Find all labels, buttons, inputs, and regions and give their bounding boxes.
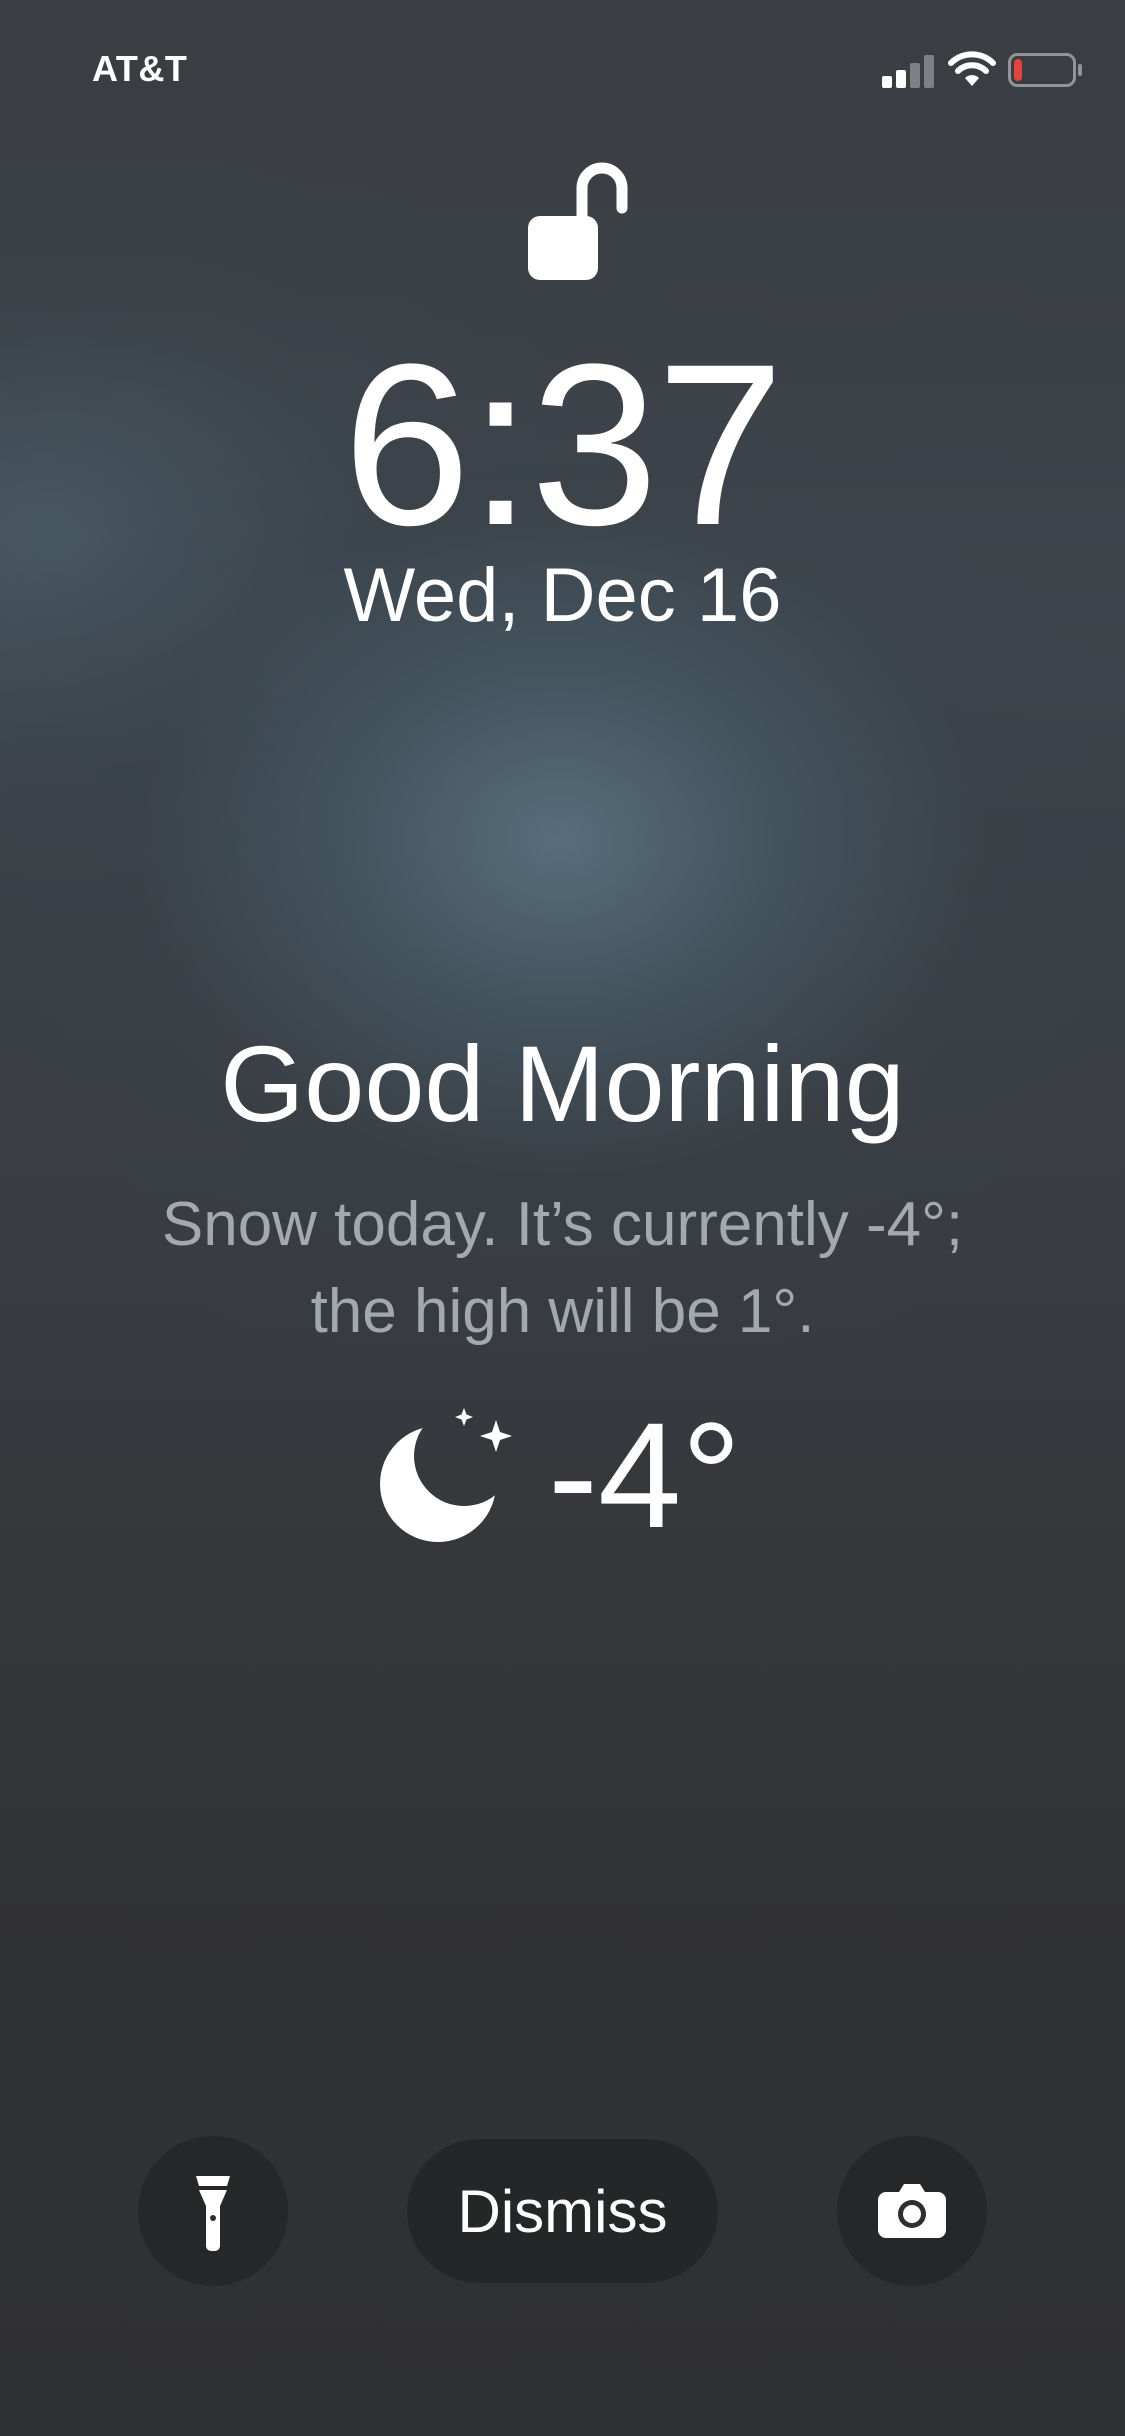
battery-icon <box>1008 53 1082 87</box>
flashlight-icon <box>196 2176 230 2251</box>
forecast-text: Snow today. It’s currently -4°; the high… <box>161 1190 964 1346</box>
camera-icon <box>878 2184 946 2238</box>
wifi-icon <box>948 51 996 86</box>
current-weather: -4° <box>0 1400 1125 1550</box>
camera-button[interactable] <box>837 2136 987 2286</box>
lock-screen: AT&T 6:37 Wed, Dec 16 Good Morning Snow … <box>0 0 1125 2436</box>
lock-screen-date: Wed, Dec 16 <box>343 553 782 638</box>
cellular-signal-icon <box>882 55 934 88</box>
carrier-name: AT&T <box>92 48 188 89</box>
flashlight-button[interactable] <box>138 2136 288 2286</box>
current-temperature: -4° <box>548 1391 742 1559</box>
status-bar: AT&T <box>0 0 1125 140</box>
lock-screen-time: 6:37 <box>342 316 785 573</box>
greeting-title: Good Morning <box>220 1023 905 1144</box>
dismiss-button[interactable]: Dismiss <box>407 2139 718 2283</box>
moon-stars-icon <box>380 1408 512 1542</box>
unlocked-padlock-icon <box>528 162 628 280</box>
